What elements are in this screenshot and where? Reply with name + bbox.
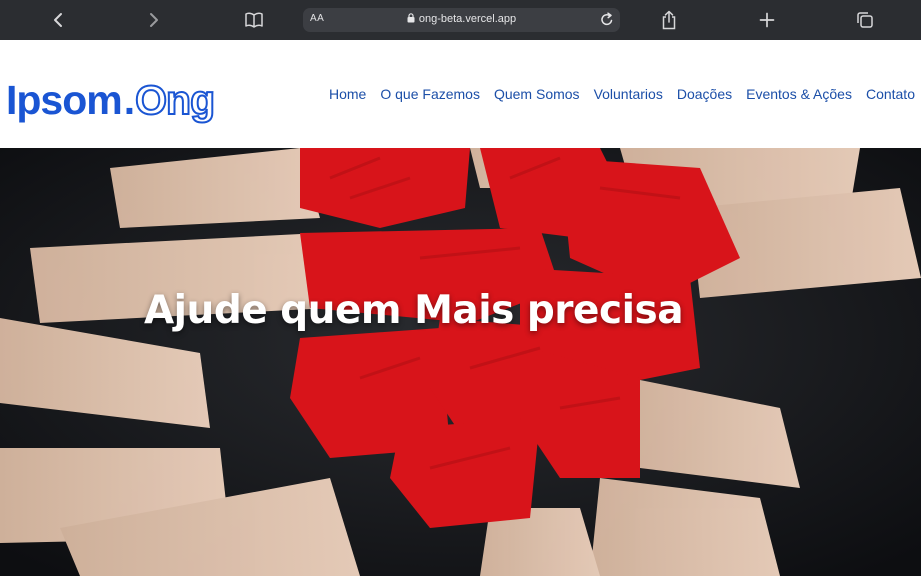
hero-image-hands-heart <box>0 148 921 576</box>
new-tab-plus-icon[interactable] <box>754 8 780 32</box>
site-logo[interactable]: Ipsom . Ong <box>6 71 216 123</box>
share-icon[interactable] <box>656 8 682 32</box>
logo-suffix: Ong <box>134 77 216 123</box>
nav-doacoes[interactable]: Doações <box>677 86 732 102</box>
nav-voluntarios[interactable]: Voluntarios <box>594 86 663 102</box>
nav-eventos-acoes[interactable]: Eventos & Ações <box>746 86 852 102</box>
nav-quem-somos[interactable]: Quem Somos <box>494 86 580 102</box>
back-icon[interactable] <box>45 8 71 32</box>
logo-wordmark: Ipsom <box>6 77 123 123</box>
nav-o-que-fazemos[interactable]: O que Fazemos <box>380 86 480 102</box>
browser-toolbar: AA ong-beta.vercel.app <box>0 0 921 40</box>
main-nav: Home O que Fazemos Quem Somos Voluntario… <box>329 86 915 102</box>
reader-book-icon[interactable] <box>241 8 267 32</box>
forward-icon[interactable] <box>141 8 167 32</box>
reload-icon[interactable] <box>600 12 614 31</box>
hero-title: Ajude quem Mais precisa <box>144 288 684 333</box>
url-text: ong-beta.vercel.app <box>418 13 517 25</box>
site-header: Ipsom . Ong Home O que Fazemos Quem Somo… <box>0 40 921 148</box>
url-display[interactable]: ong-beta.vercel.app <box>303 13 620 26</box>
nav-contato[interactable]: Contato <box>866 86 915 102</box>
hero-section: Ajude quem Mais precisa <box>0 148 921 576</box>
address-bar[interactable]: AA ong-beta.vercel.app <box>303 8 620 32</box>
lock-icon <box>407 13 415 26</box>
logo-dot: . <box>123 77 136 123</box>
nav-home[interactable]: Home <box>329 86 366 102</box>
tabs-icon[interactable] <box>852 8 878 32</box>
